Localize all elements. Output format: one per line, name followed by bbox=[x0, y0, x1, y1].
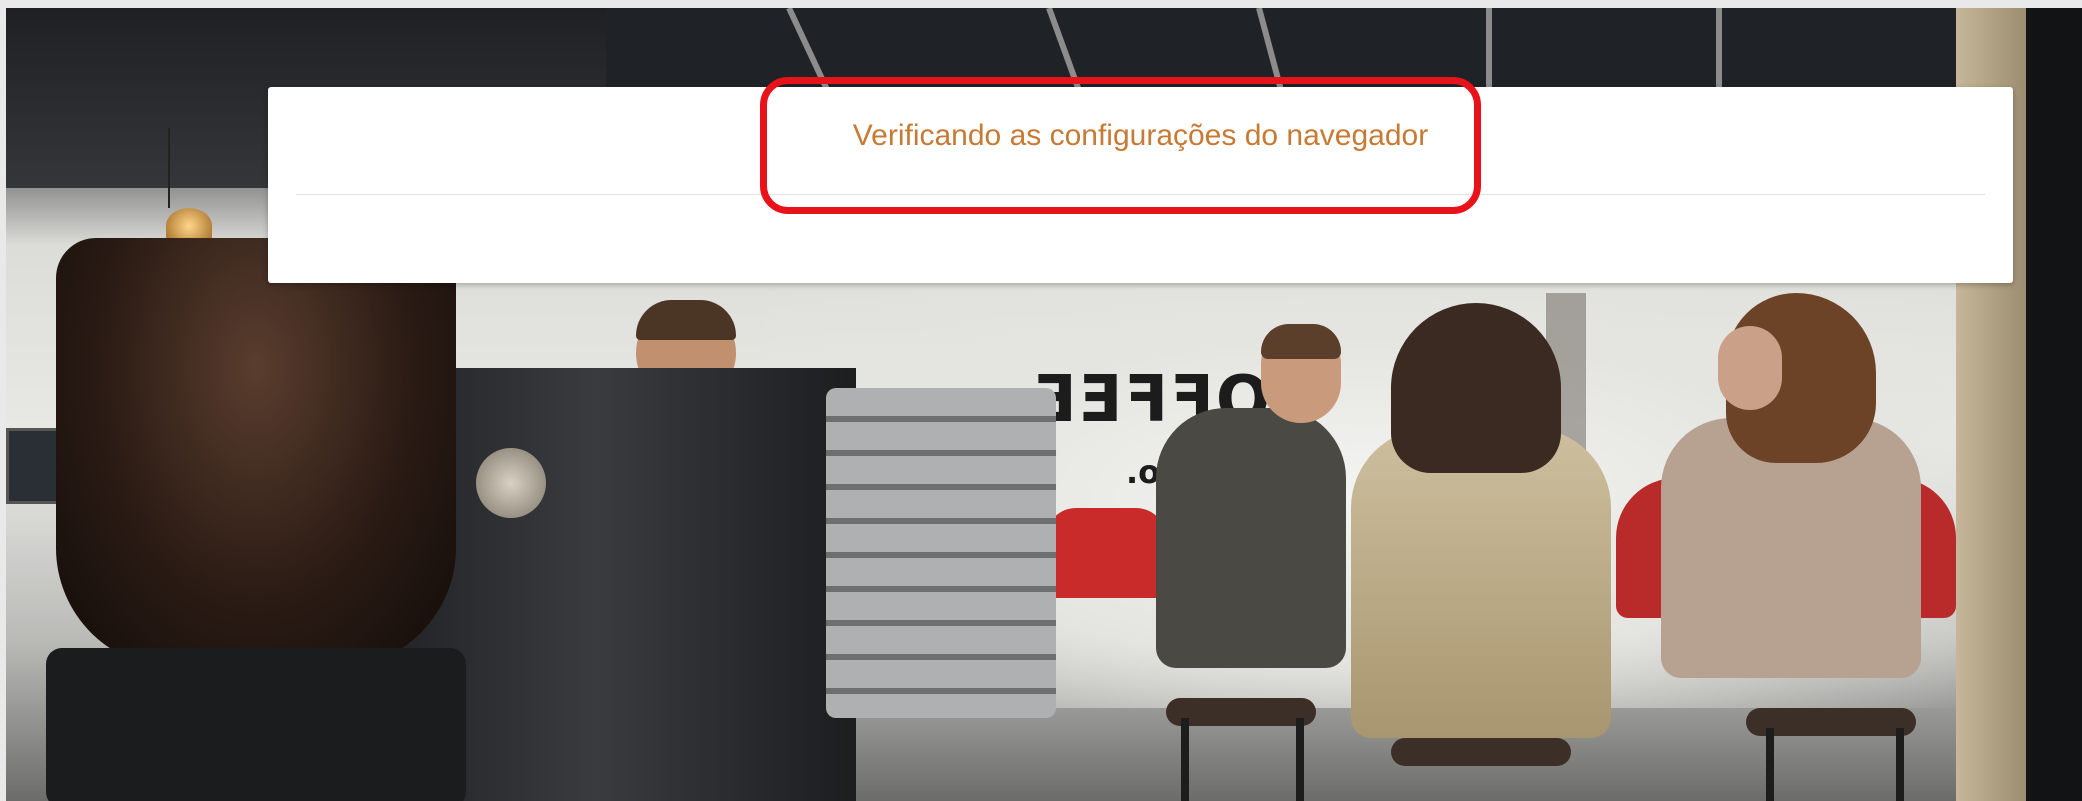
dialog-divider bbox=[296, 194, 1985, 195]
woman-fur-vest bbox=[1351, 428, 1611, 738]
stool-leg bbox=[1896, 728, 1904, 801]
coffee-grinder-base bbox=[46, 648, 466, 801]
dialog-title: Verificando as configurações do navegado… bbox=[852, 119, 1429, 152]
woman-hair bbox=[1391, 303, 1561, 473]
door-pillar bbox=[2026, 8, 2082, 801]
stool-leg bbox=[1766, 728, 1774, 801]
browser-check-dialog: Verificando as configurações do navegado… bbox=[268, 87, 2013, 283]
pendant-lamp-cord bbox=[168, 128, 170, 208]
man-hair bbox=[1261, 324, 1341, 359]
machine-knob bbox=[476, 448, 546, 518]
barista-hair bbox=[636, 300, 736, 340]
ceiling bbox=[606, 8, 2082, 88]
bar-stool bbox=[1391, 738, 1571, 766]
coffee-grinder-hopper bbox=[56, 238, 456, 668]
stool-leg bbox=[1181, 718, 1189, 801]
woman-face bbox=[1718, 326, 1782, 410]
steel-panel bbox=[826, 388, 1056, 718]
parked-car-left bbox=[1046, 508, 1166, 598]
stool-leg bbox=[1296, 718, 1304, 801]
man-sweater bbox=[1156, 408, 1346, 668]
